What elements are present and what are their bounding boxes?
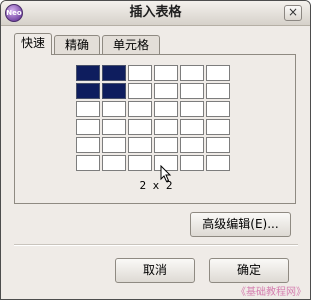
grid-cell[interactable]	[128, 83, 152, 99]
grid-cell[interactable]	[180, 101, 204, 117]
close-button[interactable]: ×	[284, 5, 302, 21]
advanced-edit-button[interactable]: 高级编辑(E)...	[190, 212, 291, 237]
cancel-button[interactable]: 取消	[115, 258, 195, 283]
grid-cell[interactable]	[102, 65, 126, 81]
grid-cell[interactable]	[128, 137, 152, 153]
title-bar[interactable]: Neo 插入表格 ×	[1, 1, 310, 26]
app-logo-icon: Neo	[5, 4, 23, 22]
grid-cell[interactable]	[76, 119, 100, 135]
grid-cell[interactable]	[76, 137, 100, 153]
grid-cell[interactable]	[180, 83, 204, 99]
grid-cell[interactable]	[102, 137, 126, 153]
grid-cell[interactable]	[206, 137, 230, 153]
grid-cell[interactable]	[206, 155, 230, 171]
grid-cell[interactable]	[76, 83, 100, 99]
grid-cell[interactable]	[76, 101, 100, 117]
insert-table-dialog: Neo 插入表格 × 快速 精确 单元格 2 x 2 高级编辑(E)... 取消…	[0, 0, 311, 300]
grid-cell[interactable]	[154, 101, 178, 117]
tab-quick[interactable]: 快速	[14, 33, 52, 55]
grid-cell[interactable]	[154, 65, 178, 81]
grid-cell[interactable]	[102, 155, 126, 171]
grid-cell[interactable]	[154, 83, 178, 99]
watermark: 《基础教程网》	[236, 287, 306, 298]
grid-cell[interactable]	[128, 65, 152, 81]
grid-cell[interactable]	[180, 155, 204, 171]
grid-cell[interactable]	[76, 155, 100, 171]
grid-cell[interactable]	[76, 65, 100, 81]
grid-cell[interactable]	[128, 101, 152, 117]
grid-cell[interactable]	[206, 83, 230, 99]
window-title: 插入表格	[129, 5, 182, 20]
grid-cell[interactable]	[154, 137, 178, 153]
grid-cell[interactable]	[180, 65, 204, 81]
ok-button[interactable]: 确定	[209, 258, 289, 283]
tab-precise[interactable]: 精确	[54, 35, 100, 54]
tab-cell[interactable]: 单元格	[102, 35, 160, 54]
grid-cell[interactable]	[154, 119, 178, 135]
grid-cell[interactable]	[128, 119, 152, 135]
close-icon: ×	[287, 5, 299, 19]
grid-cell[interactable]	[206, 119, 230, 135]
grid-cell[interactable]	[206, 65, 230, 81]
grid-cell[interactable]	[180, 119, 204, 135]
grid-cell[interactable]	[102, 101, 126, 117]
grid-cell[interactable]	[102, 119, 126, 135]
grid-cell[interactable]	[102, 83, 126, 99]
grid-size-label: 2 x 2	[139, 179, 173, 192]
grid-cell[interactable]	[206, 101, 230, 117]
quick-panel: 2 x 2	[14, 54, 296, 204]
grid-cell[interactable]	[128, 155, 152, 171]
separator	[14, 244, 298, 246]
grid-cell[interactable]	[180, 137, 204, 153]
mouse-pointer-icon	[160, 165, 172, 183]
